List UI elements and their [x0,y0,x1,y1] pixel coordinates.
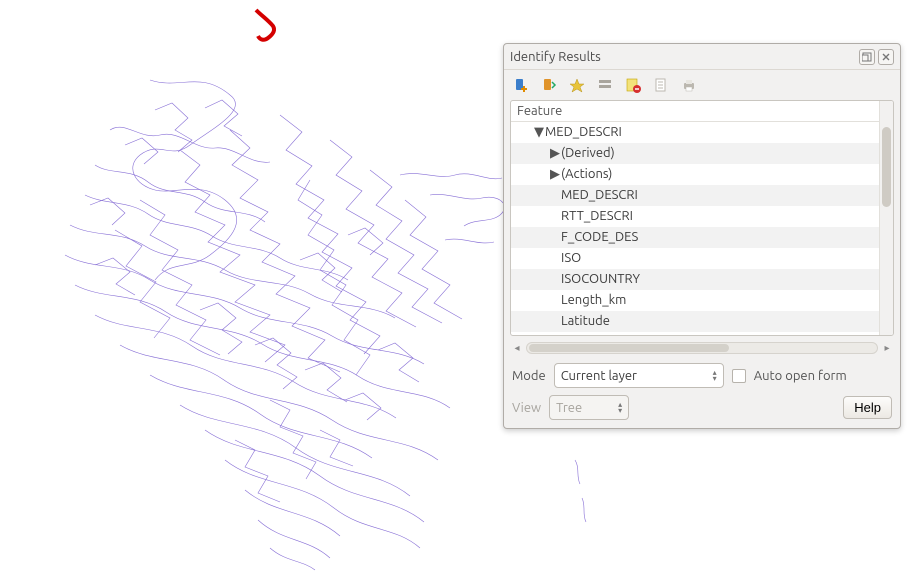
mode-row: Mode Current layer ▴▾ Auto open form [504,358,900,393]
tree-row[interactable]: F_CODE_DES [511,227,893,248]
dock-button[interactable] [859,49,875,65]
panel-titlebar: Identify Results [504,44,900,70]
stepper-icon: ▴▾ [713,370,717,382]
tree-row[interactable]: MED_DESCRI [511,185,893,206]
collapse-tree-icon[interactable] [540,76,558,94]
close-icon [881,52,891,62]
twisty-closed-icon[interactable]: ▶ [549,164,561,185]
scroll-thumb[interactable] [529,344,729,352]
copy-feature-icon[interactable] [652,76,670,94]
toolbar [504,70,900,100]
horizontal-scrollbar[interactable]: ◂ ▸ [510,340,894,356]
tree-row-label: MED_DESCRI [545,125,622,139]
tree-row[interactable]: ▶(Derived) [511,143,893,164]
scroll-right-icon[interactable]: ▸ [880,341,894,355]
feature-tree[interactable]: Feature ▼MED_DESCRI▶(Derived)▶(Actions)M… [510,100,894,336]
auto-open-form-label: Auto open form [754,369,847,383]
highlighted-feature [256,10,274,40]
view-value: Tree [556,401,582,415]
print-icon[interactable] [680,76,698,94]
auto-open-form-checkbox[interactable] [732,369,746,383]
twisty-closed-icon[interactable]: ▶ [549,143,561,164]
tree-row-label: Length_km [561,293,626,307]
close-button[interactable] [878,49,894,65]
clear-results-icon[interactable] [624,76,642,94]
identify-results-panel: Identify Results Feature [503,43,901,429]
tree-row-label: F_CODE_DES [561,230,638,244]
tree-row-label: (Actions) [561,167,612,181]
help-button[interactable]: Help [843,396,892,419]
tree-row[interactable]: RTT_DESCRI [511,206,893,227]
tree-row-label: Latitude [561,314,610,328]
dock-icon [862,52,872,62]
tree-row[interactable]: Latitude [511,311,893,332]
tree-row[interactable]: Length_km [511,290,893,311]
expand-new-results-icon[interactable] [512,76,530,94]
panel-title-text: Identify Results [510,50,856,64]
scroll-left-icon[interactable]: ◂ [510,341,524,355]
tree-row-label: ISO [561,251,581,265]
tree-vertical-scrollbar[interactable] [879,101,893,335]
tree-row[interactable]: ISO [511,248,893,269]
tree-row[interactable]: ▶(Actions) [511,164,893,185]
view-combo: Tree ▴▾ [549,395,629,420]
scroll-track[interactable] [526,342,878,354]
tree-row-label: RTT_DESCRI [561,209,633,223]
tree-row-label: (Derived) [561,146,615,160]
mode-value: Current layer [561,369,637,383]
scrollbar-thumb[interactable] [882,127,891,207]
tree-row[interactable]: ISOCOUNTRY [511,269,893,290]
view-label: View [512,401,541,415]
expand-tree-icon[interactable] [568,76,586,94]
tree-row-label: ISOCOUNTRY [561,272,640,286]
tree-header: Feature [511,101,893,122]
tree-row-label: MED_DESCRI [561,188,638,202]
view-form-icon[interactable] [596,76,614,94]
mode-combo[interactable]: Current layer ▴▾ [554,363,724,388]
view-row: View Tree ▴▾ Help [504,393,900,428]
mode-label: Mode [512,369,546,383]
twisty-open-icon[interactable]: ▼ [533,122,545,143]
tree-row[interactable]: ▼MED_DESCRI [511,122,893,143]
stepper-icon: ▴▾ [618,402,622,414]
